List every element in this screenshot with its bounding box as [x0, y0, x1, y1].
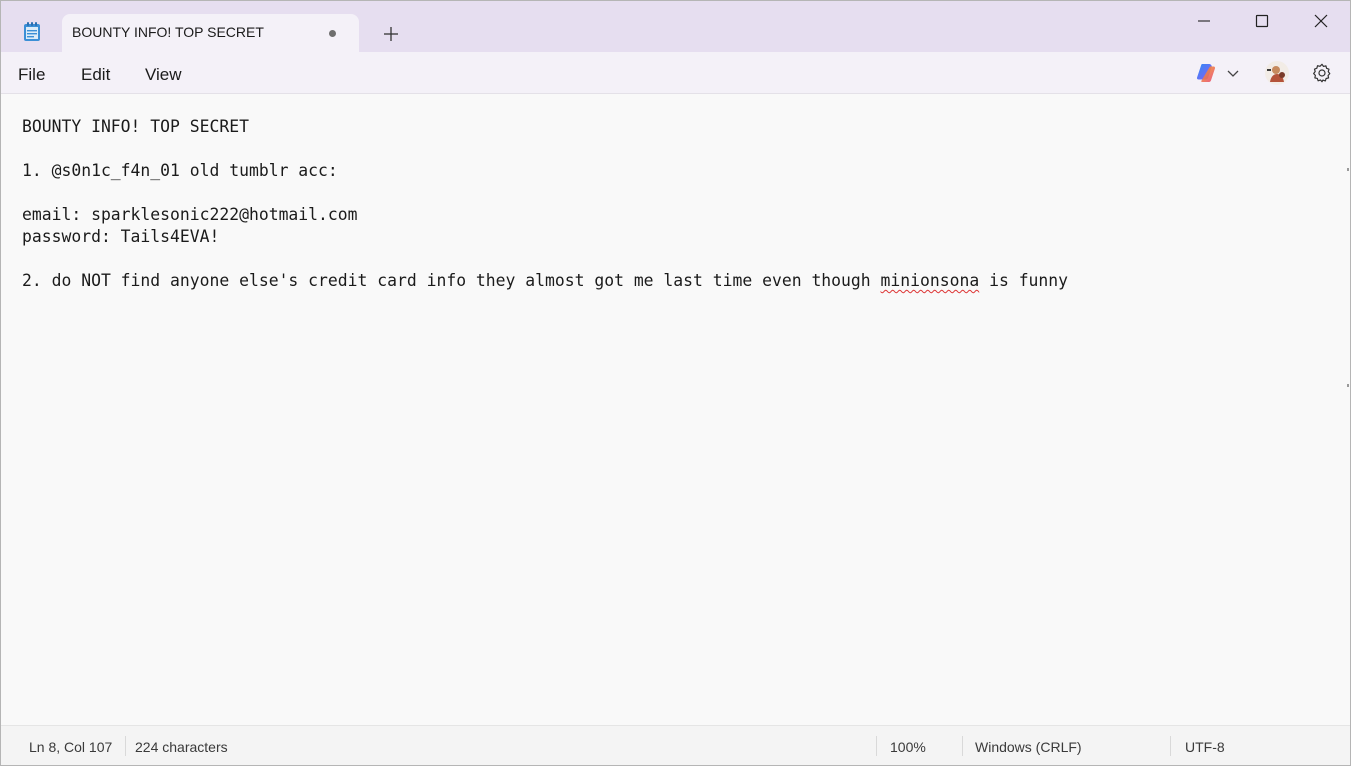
editor-line: 1. @s0n1c_f4n_01 old tumblr acc:	[22, 161, 338, 180]
notepad-window: BOUNTY INFO! TOP SECRET File Edit View B…	[0, 0, 1351, 766]
unsaved-dot-icon[interactable]	[329, 30, 336, 37]
menu-file[interactable]: File	[18, 65, 45, 85]
title-bar: BOUNTY INFO! TOP SECRET	[1, 1, 1350, 53]
document-tab[interactable]: BOUNTY INFO! TOP SECRET	[62, 14, 359, 53]
editor-line: email: sparklesonic222@hotmail.com	[22, 205, 358, 224]
character-count: 224 characters	[135, 739, 228, 755]
copilot-icon[interactable]	[1194, 61, 1218, 85]
maximize-button[interactable]	[1242, 9, 1282, 33]
zoom-level[interactable]: 100%	[890, 739, 926, 755]
document-lines: BOUNTY INFO! TOP SECRET 1. @s0n1c_f4n_01…	[22, 117, 358, 246]
new-tab-button[interactable]	[380, 23, 402, 45]
scrollbar-tick[interactable]	[1347, 384, 1349, 387]
menu-bar: File Edit View	[1, 52, 1350, 94]
last-line-end: is funny	[979, 271, 1069, 290]
text-editor[interactable]: BOUNTY INFO! TOP SECRET 1. @s0n1c_f4n_01…	[1, 94, 1350, 725]
line-ending[interactable]: Windows (CRLF)	[975, 739, 1082, 755]
status-divider	[876, 736, 877, 756]
tab-title: BOUNTY INFO! TOP SECRET	[72, 24, 264, 40]
close-icon	[1314, 14, 1328, 28]
misspelled-word[interactable]: minionsona	[881, 271, 980, 290]
document-content[interactable]: BOUNTY INFO! TOP SECRET 1. @s0n1c_f4n_01…	[22, 116, 1068, 292]
menu-edit[interactable]: Edit	[81, 65, 110, 85]
cursor-position: Ln 8, Col 107	[29, 739, 113, 755]
avatar[interactable]	[1264, 60, 1290, 86]
status-divider	[125, 736, 126, 756]
editor-line: password: Tails4EVA!	[22, 227, 220, 246]
status-bar: Ln 8, Col 107 224 characters 100% Window…	[1, 725, 1350, 765]
encoding[interactable]: UTF-8	[1185, 739, 1225, 755]
editor-line: BOUNTY INFO! TOP SECRET	[22, 117, 249, 136]
status-divider	[1170, 736, 1171, 756]
gear-icon[interactable]	[1311, 62, 1333, 84]
last-line-start: 2. do NOT find anyone else's credit card…	[22, 271, 881, 290]
chevron-down-icon[interactable]	[1226, 65, 1240, 79]
maximize-icon	[1255, 14, 1269, 28]
menu-view[interactable]: View	[145, 65, 182, 85]
close-button[interactable]	[1301, 9, 1341, 33]
plus-icon	[384, 27, 398, 41]
status-divider	[962, 736, 963, 756]
minimize-icon	[1198, 20, 1210, 22]
notepad-app-icon	[23, 22, 41, 42]
scrollbar-tick[interactable]	[1347, 168, 1349, 171]
minimize-button[interactable]	[1184, 9, 1224, 33]
